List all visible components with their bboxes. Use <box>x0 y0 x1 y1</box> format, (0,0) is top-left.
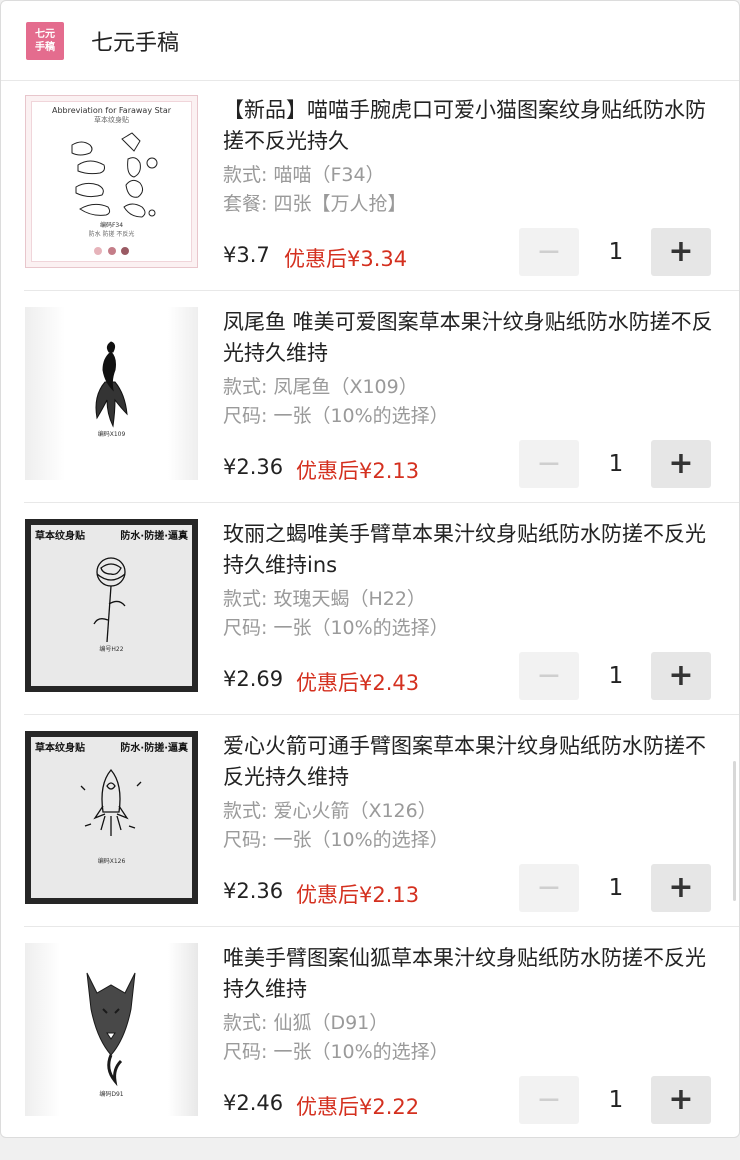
shop-name[interactable]: 七元手稿 <box>91 25 179 57</box>
product-price: ¥2.36 <box>223 455 284 479</box>
minus-icon: − <box>536 446 562 481</box>
thumb-subcaption: 草本纹身贴 <box>94 116 129 124</box>
quantity-value: 1 <box>608 239 624 265</box>
thumb-note: 防水 防搓 不反光 <box>88 231 135 238</box>
divider <box>24 926 739 927</box>
rocket-heart-graphic <box>80 769 142 836</box>
shop-logo-line1: 七元 <box>35 28 55 40</box>
product-thumbnail[interactable]: 编码D91 <box>25 943 198 1116</box>
quantity-increase-button[interactable]: + <box>651 228 711 276</box>
product-thumbnail[interactable]: Abbreviation for Faraway Star 草本纹身贴 编码F3… <box>25 95 198 268</box>
scrollbar[interactable] <box>733 761 736 901</box>
product-title[interactable]: 唯美手臂图案仙狐草本果汁纹身贴纸防水防搓不反光持久维持 <box>223 943 713 1005</box>
quantity-value: 1 <box>608 1087 624 1113</box>
product-spec-style[interactable]: 款式: 爱心火箭（X126） <box>223 798 713 824</box>
product-title[interactable]: 玫丽之蝎唯美手臂草本果汁纹身贴纸防水防搓不反光持久维持ins <box>223 519 713 581</box>
product-title[interactable]: 【新品】喵喵手腕虎口可爱小猫图案纹身贴纸防水防搓不反光持久 <box>223 95 713 157</box>
plus-icon: + <box>668 234 694 269</box>
quantity-value: 1 <box>608 875 624 901</box>
minus-icon: − <box>536 234 562 269</box>
plus-icon: + <box>668 658 694 693</box>
quantity-increase-button[interactable]: + <box>651 652 711 700</box>
minus-icon: − <box>536 658 562 693</box>
promo-price: 优惠后¥2.43 <box>296 671 420 695</box>
shop-logo-line2: 手稿 <box>35 41 55 53</box>
divider <box>24 502 739 503</box>
product-spec-style[interactable]: 款式: 玫瑰天蝎（H22） <box>223 586 713 612</box>
product-thumbnail[interactable]: 草本纹身贴 防水·防搓·逼真 编号H22 <box>25 519 198 692</box>
cart-item: Abbreviation for Faraway Star 草本纹身贴 编码F3… <box>24 95 739 307</box>
quantity-decrease-button[interactable]: − <box>519 652 579 700</box>
shop-logo: 七元 手稿 <box>26 21 64 60</box>
quantity-decrease-button[interactable]: − <box>519 440 579 488</box>
quantity-value: 1 <box>608 663 624 689</box>
promo-price: 优惠后¥2.22 <box>296 1095 420 1119</box>
minus-icon: − <box>536 1082 562 1117</box>
thumb-code: 编码X109 <box>97 431 126 438</box>
thumb-code: 编码D91 <box>99 1091 124 1098</box>
product-spec-size[interactable]: 尺码: 一张（10%的选择） <box>223 827 713 853</box>
promo-price: 优惠后¥3.34 <box>284 247 408 271</box>
shop-cart-card: 七元 手稿 七元手稿 Abbreviation for Faraway Star… <box>0 0 740 1138</box>
shop-header[interactable]: 七元 手稿 七元手稿 <box>1 1 739 81</box>
minus-icon: − <box>536 870 562 905</box>
product-spec-size[interactable]: 尺码: 一张（10%的选择） <box>223 403 713 429</box>
product-price: ¥3.7 <box>223 243 270 267</box>
rose-scorpion-graphic <box>93 557 126 643</box>
product-title[interactable]: 爱心火箭可通手臂图案草本果汁纹身贴纸防水防搓不反光持久维持 <box>223 731 713 793</box>
thumb-code: 编码X126 <box>97 858 126 865</box>
thumb-code: 编号H22 <box>99 646 124 653</box>
cart-item: 编码D91 唯美手臂图案仙狐草本果汁纹身贴纸防水防搓不反光持久维持 款式: 仙狐… <box>24 943 739 1137</box>
divider <box>24 714 739 715</box>
thumb-banner-left: 草本纹身贴 <box>35 531 85 542</box>
plus-icon: + <box>668 1082 694 1117</box>
thumb-code: 编码F34 <box>99 222 124 229</box>
thumb-banner-right: 防水·防搓·逼真 <box>120 531 188 542</box>
product-spec-style[interactable]: 款式: 凤尾鱼（X109） <box>223 374 713 400</box>
plus-icon: + <box>668 446 694 481</box>
cart-item: 编码X109 凤尾鱼 唯美可爱图案草本果汁纹身贴纸防水防搓不反光持久维持 款式:… <box>24 307 739 519</box>
plus-icon: + <box>668 870 694 905</box>
promo-price: 优惠后¥2.13 <box>296 459 420 483</box>
product-price: ¥2.46 <box>223 1091 284 1115</box>
product-thumbnail[interactable]: 草本纹身贴 防水·防搓·逼真 编码X126 <box>25 731 198 904</box>
quantity-decrease-button[interactable]: − <box>519 864 579 912</box>
cart-item: 草本纹身贴 防水·防搓·逼真 编号H22 玫丽之蝎唯美手臂草本果汁纹身贴纸防水防… <box>24 519 739 731</box>
product-spec-size[interactable]: 尺码: 一张（10%的选择） <box>223 1039 713 1065</box>
thumb-caption: Abbreviation for Faraway Star <box>51 106 172 115</box>
quantity-value: 1 <box>608 451 624 477</box>
cats-tattoo-graphic <box>71 132 158 218</box>
thumb-banner-left: 草本纹身贴 <box>35 743 85 754</box>
product-spec-style[interactable]: 款式: 仙狐（D91） <box>223 1010 713 1036</box>
quantity-decrease-button[interactable]: − <box>519 228 579 276</box>
thumb-banner-right: 防水·防搓·逼真 <box>120 743 188 754</box>
thumb-banner: 草本纹身贴 防水·防搓·逼真 <box>31 737 192 756</box>
thumb-banner: 草本纹身贴 防水·防搓·逼真 <box>31 525 192 544</box>
promo-price: 优惠后¥2.13 <box>296 883 420 907</box>
fox-tattoo-graphic <box>86 972 136 1087</box>
cart-item: 草本纹身贴 防水·防搓·逼真 编码X126 爱心火箭可通手臂图案草本果汁纹身贴纸… <box>24 731 739 943</box>
product-spec-package[interactable]: 套餐: 四张【万人抢】 <box>223 191 713 217</box>
quantity-increase-button[interactable]: + <box>651 1076 711 1124</box>
quantity-decrease-button[interactable]: − <box>519 1076 579 1124</box>
product-title[interactable]: 凤尾鱼 唯美可爱图案草本果汁纹身贴纸防水防搓不反光持久维持 <box>223 307 713 369</box>
quantity-increase-button[interactable]: + <box>651 440 711 488</box>
product-thumbnail[interactable]: 编码X109 <box>25 307 198 480</box>
product-spec-size[interactable]: 尺码: 一张（10%的选择） <box>223 615 713 641</box>
product-price: ¥2.69 <box>223 667 284 691</box>
divider <box>24 290 739 291</box>
product-spec-style[interactable]: 款式: 喵喵（F34） <box>223 162 713 188</box>
product-price: ¥2.36 <box>223 879 284 903</box>
quantity-increase-button[interactable]: + <box>651 864 711 912</box>
color-dots <box>32 240 191 259</box>
